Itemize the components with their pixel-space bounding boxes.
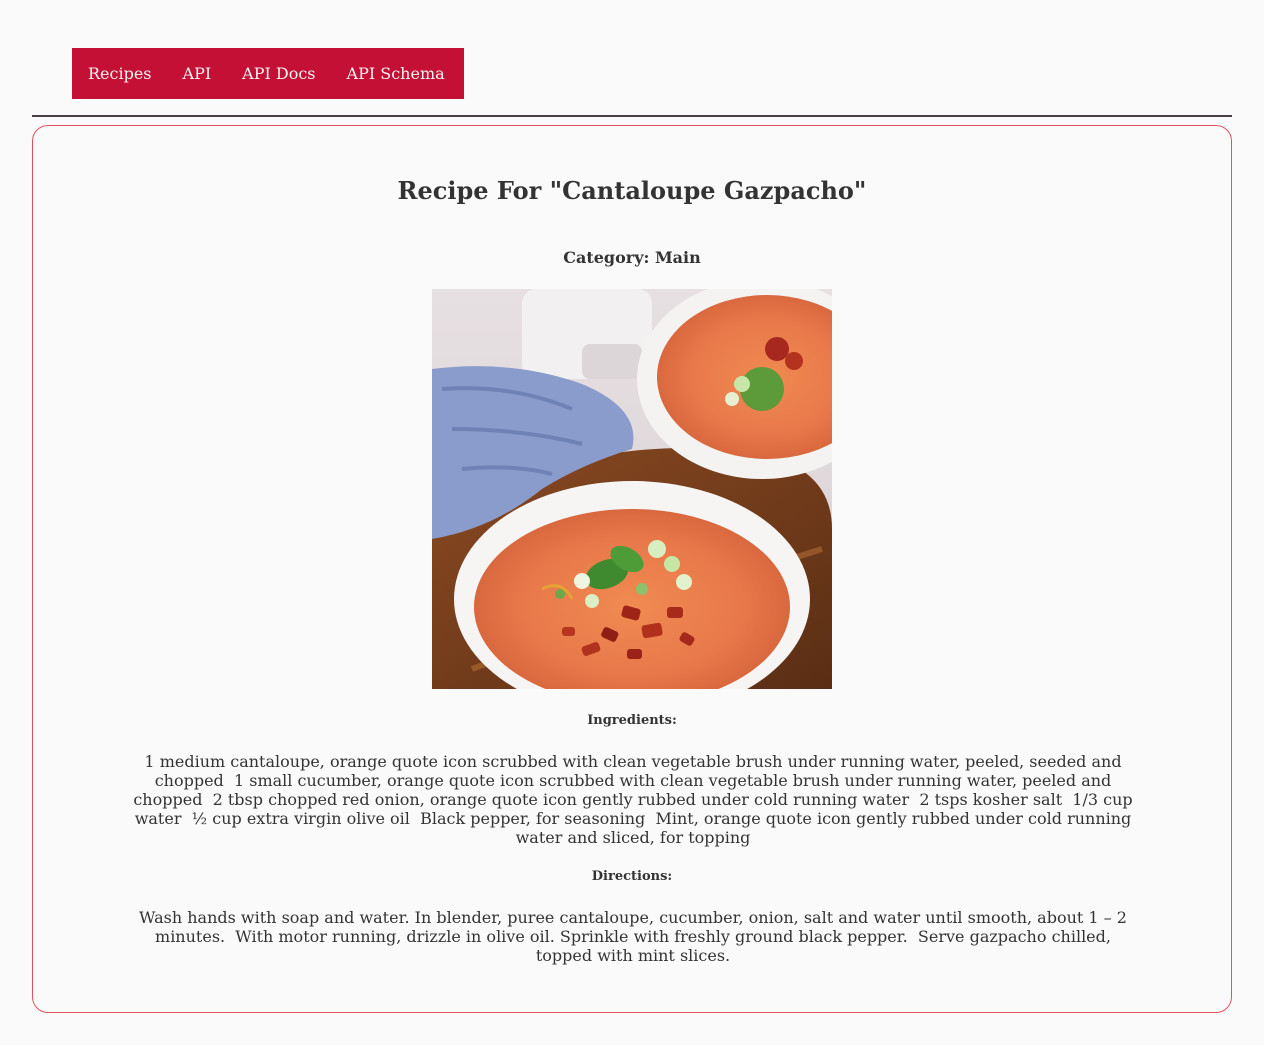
header-divider bbox=[32, 115, 1232, 117]
ingredients-heading: Ingredients: bbox=[587, 713, 677, 728]
gazpacho-photo bbox=[432, 289, 832, 689]
nav-link-recipes[interactable]: Recipes bbox=[88, 64, 152, 83]
recipe-category: Category: Main bbox=[563, 248, 701, 267]
recipe-image bbox=[432, 289, 832, 689]
recipe-card: Recipe For "Cantaloupe Gazpacho" Categor… bbox=[32, 125, 1232, 1013]
recipe-title: Recipe For "Cantaloupe Gazpacho" bbox=[397, 176, 867, 205]
main-nav: Recipes API API Docs API Schema bbox=[72, 48, 464, 99]
nav-link-api-schema[interactable]: API Schema bbox=[347, 64, 445, 83]
ingredients-text: 1 medium cantaloupe, orange quote icon s… bbox=[133, 752, 1138, 847]
directions-text: Wash hands with soap and water. In blend… bbox=[139, 908, 1133, 965]
nav-link-api[interactable]: API bbox=[183, 64, 212, 83]
nav-link-api-docs[interactable]: API Docs bbox=[242, 64, 315, 83]
directions-heading: Directions: bbox=[591, 869, 673, 884]
